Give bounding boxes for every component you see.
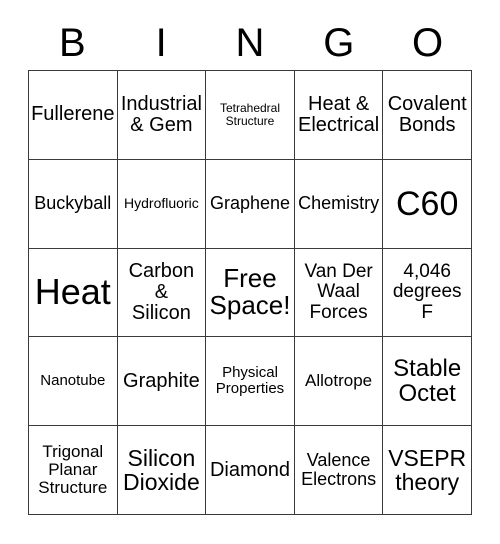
bingo-cell-label: Covalent Bonds <box>387 92 467 136</box>
bingo-cell-label: 4,046 degrees F <box>392 261 462 323</box>
bingo-cell-label: Silicon Dioxide <box>123 444 200 496</box>
bingo-cell-r5c5[interactable]: VSEPR theory <box>383 426 472 515</box>
bingo-cell-label: Physical Properties <box>215 364 285 398</box>
bingo-cell-r1c3[interactable]: Tetrahedral Structure <box>206 71 295 160</box>
bingo-cell-r2c4[interactable]: Chemistry <box>294 159 384 249</box>
bingo-cell-r2c3[interactable]: Graphene <box>206 159 295 249</box>
bingo-header-letter-o: O <box>412 21 444 65</box>
bingo-cell-r4c2[interactable]: Graphite <box>117 337 207 427</box>
bingo-cell-r3c4[interactable]: Van Der Waal Forces <box>294 248 384 338</box>
bingo-cell-r1c2[interactable]: Industrial & Gem <box>117 71 207 160</box>
bingo-header-row: B I N G O <box>28 18 472 68</box>
bingo-cell-r2c2[interactable]: Hydrofluoric <box>117 159 207 249</box>
bingo-cell-r2c1[interactable]: Buckyball <box>29 159 118 249</box>
bingo-header-letter-i: I <box>155 21 167 65</box>
bingo-cell-r5c4[interactable]: Valence Electrons <box>294 426 384 515</box>
bingo-cell-label: Chemistry <box>298 193 380 214</box>
bingo-cell-label: Hydrofluoric <box>124 195 199 212</box>
bingo-cell-label: Diamond <box>209 458 291 481</box>
bingo-cell-r1c5[interactable]: Covalent Bonds <box>383 71 472 160</box>
bingo-free-space-label: Free Space! <box>209 262 291 321</box>
bingo-cell-label: Carbon & Silicon <box>128 259 195 325</box>
bingo-cell-label: Nanotube <box>40 372 106 390</box>
bingo-cell-label: Van Der Waal Forces <box>304 261 373 323</box>
bingo-cell-r3c1[interactable]: Heat <box>29 248 118 338</box>
bingo-cell-label: Heat & Electrical <box>298 92 380 136</box>
bingo-cell-r4c3[interactable]: Physical Properties <box>206 337 295 427</box>
bingo-cell-label: Fullerene <box>31 103 115 126</box>
bingo-cell-r1c4[interactable]: Heat & Electrical <box>294 71 384 160</box>
bingo-cell-r4c4[interactable]: Allotrope <box>294 337 384 427</box>
bingo-cell-r4c5[interactable]: Stable Octet <box>383 337 472 427</box>
bingo-header-letter-b: B <box>59 21 86 65</box>
bingo-cell-r5c1[interactable]: Trigonal Planar Structure <box>29 426 118 515</box>
bingo-header-letter-n: N <box>235 21 265 65</box>
bingo-cell-label: Graphene <box>209 193 291 214</box>
bingo-cell-r2c5[interactable]: C60 <box>383 159 472 249</box>
bingo-cell-label: C60 <box>396 184 459 223</box>
bingo-cell-free-space[interactable]: Free Space! <box>206 248 295 338</box>
bingo-cell-r1c1[interactable]: Fullerene <box>29 71 118 160</box>
bingo-cell-label: Tetrahedral Structure <box>219 101 281 128</box>
bingo-cell-r3c2[interactable]: Carbon & Silicon <box>117 248 207 338</box>
bingo-cell-r3c5[interactable]: 4,046 degrees F <box>383 248 472 338</box>
bingo-cell-label: VSEPR theory <box>388 444 467 496</box>
bingo-cell-r5c2[interactable]: Silicon Dioxide <box>117 426 207 515</box>
bingo-cell-r5c3[interactable]: Diamond <box>206 426 295 515</box>
bingo-cell-label: Stable Octet <box>393 354 462 408</box>
bingo-grid: Fullerene Industrial & Gem Tetrahedral S… <box>28 70 472 515</box>
bingo-header-letter-g: G <box>323 21 355 65</box>
bingo-cell-label: Graphite <box>123 369 200 392</box>
bingo-cell-label: Valence Electrons <box>301 450 377 490</box>
bingo-cell-label: Allotrope <box>305 371 373 391</box>
bingo-cell-r4c1[interactable]: Nanotube <box>29 337 118 427</box>
bingo-cell-label: Trigonal Planar Structure <box>38 442 108 498</box>
bingo-cell-label: Heat <box>34 271 111 313</box>
bingo-cell-label: Industrial & Gem <box>120 92 202 136</box>
bingo-cell-label: Buckyball <box>34 193 112 214</box>
bingo-card: B I N G O Fullerene Industrial & Gem Tet… <box>0 0 500 544</box>
